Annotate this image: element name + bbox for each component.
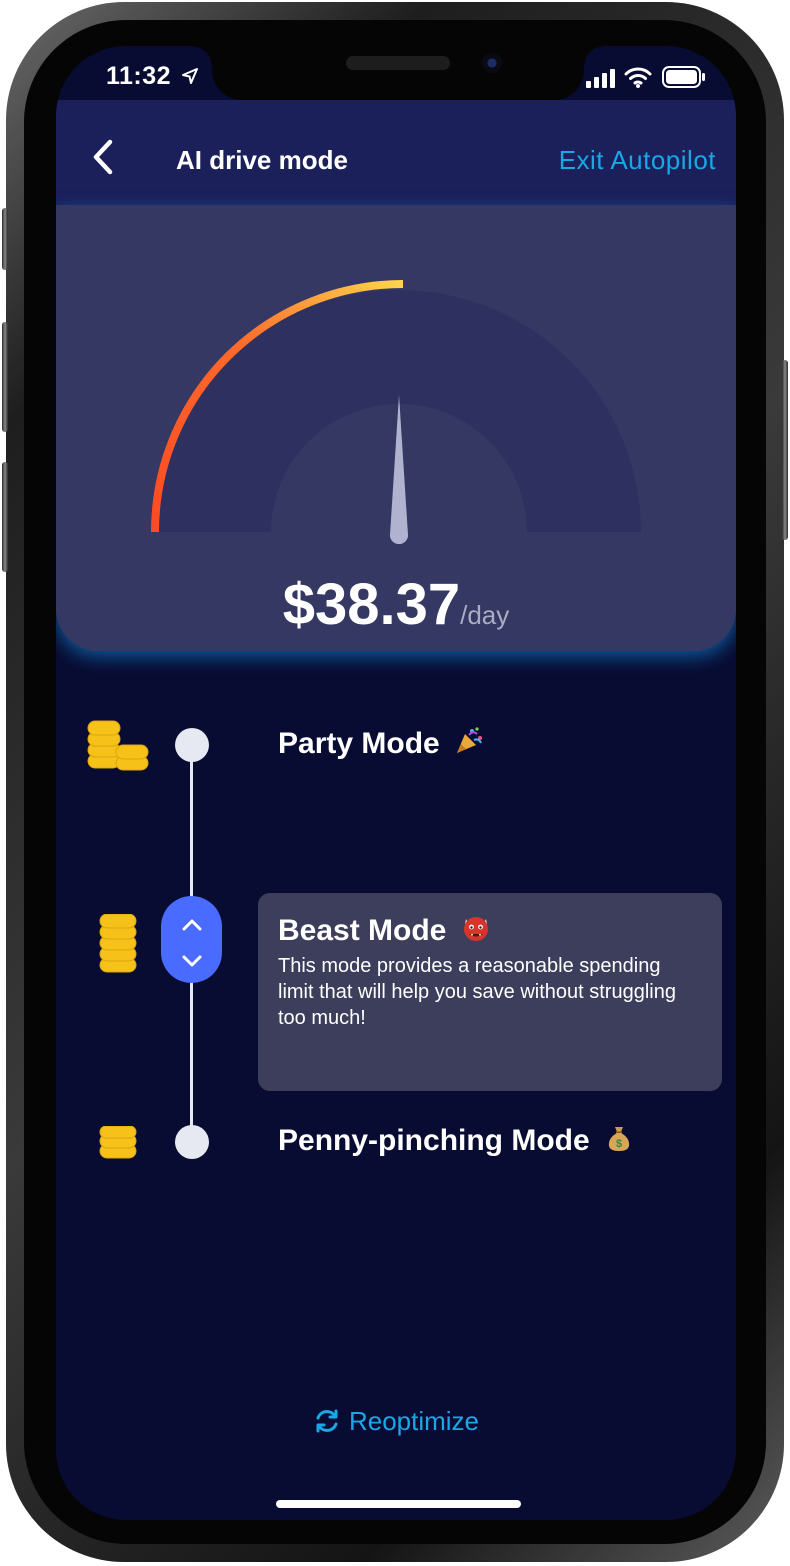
penny-mode-dot[interactable] <box>175 1125 209 1159</box>
amount-unit: /day <box>460 600 510 630</box>
back-button[interactable] <box>86 136 120 178</box>
chevron-down-icon <box>182 955 202 967</box>
gauge-needle-base <box>390 526 408 544</box>
mode-beast: Beast Mode <box>278 913 491 948</box>
coins-stack-large-icon <box>87 720 149 771</box>
location-arrow-icon <box>181 68 198 84</box>
refresh-icon <box>316 1409 338 1433</box>
status-time-text: 11:32 <box>106 62 172 90</box>
coins-stack-medium-icon <box>99 914 137 973</box>
mode-beast-title: Beast Mode <box>278 914 447 947</box>
mode-beast-card[interactable]: Beast Mode This mode provides a reasonab… <box>258 893 722 1091</box>
status-icons <box>586 65 706 91</box>
app-screen: 11:32 AI drive mode Exit Autopilot $38.3… <box>56 46 736 1520</box>
back-chevron-icon <box>93 139 113 175</box>
battery-icon <box>662 66 705 88</box>
front-camera <box>482 53 502 73</box>
status-time: 11:32 <box>106 62 199 91</box>
side-button-volume-down <box>2 462 8 572</box>
chevron-up-icon <box>182 919 202 931</box>
nav-header: AI drive mode Exit Autopilot <box>56 100 736 205</box>
reoptimize-button[interactable]: Reoptimize <box>56 1406 736 1437</box>
svg-text:$: $ <box>616 1138 622 1150</box>
side-button-power <box>782 360 788 540</box>
party-popper-icon <box>457 727 483 753</box>
exit-autopilot-button[interactable]: Exit Autopilot <box>559 145 716 176</box>
mode-beast-description: This mode provides a reasonable spending… <box>278 955 676 1029</box>
coins-stack-small-icon <box>99 1126 137 1159</box>
speaker-grille <box>346 56 450 70</box>
home-indicator[interactable] <box>276 1500 521 1508</box>
spending-gauge <box>151 280 641 544</box>
side-button-volume-up <box>2 322 8 432</box>
mode-party-title: Party Mode <box>278 727 440 760</box>
mode-party[interactable]: Party Mode <box>278 726 484 761</box>
ogre-icon <box>463 917 488 941</box>
spending-gauge-card: $38.37/day <box>56 205 736 651</box>
wifi-icon <box>624 67 652 88</box>
mode-slider-handle[interactable] <box>161 896 222 983</box>
party-mode-dot[interactable] <box>175 728 209 762</box>
notch <box>192 46 604 100</box>
signal-icon <box>586 69 615 88</box>
amount-value: $38.37 <box>282 572 461 637</box>
daily-amount: $38.37/day <box>56 571 736 638</box>
reoptimize-label: Reoptimize <box>348 1406 480 1436</box>
mode-penny[interactable]: Penny-pinching Mode $ <box>278 1123 634 1158</box>
side-button-silent <box>2 208 8 270</box>
page-title: AI drive mode <box>176 145 348 175</box>
mode-penny-title: Penny-pinching Mode <box>278 1124 590 1157</box>
money-bag-icon: $ <box>608 1127 630 1151</box>
